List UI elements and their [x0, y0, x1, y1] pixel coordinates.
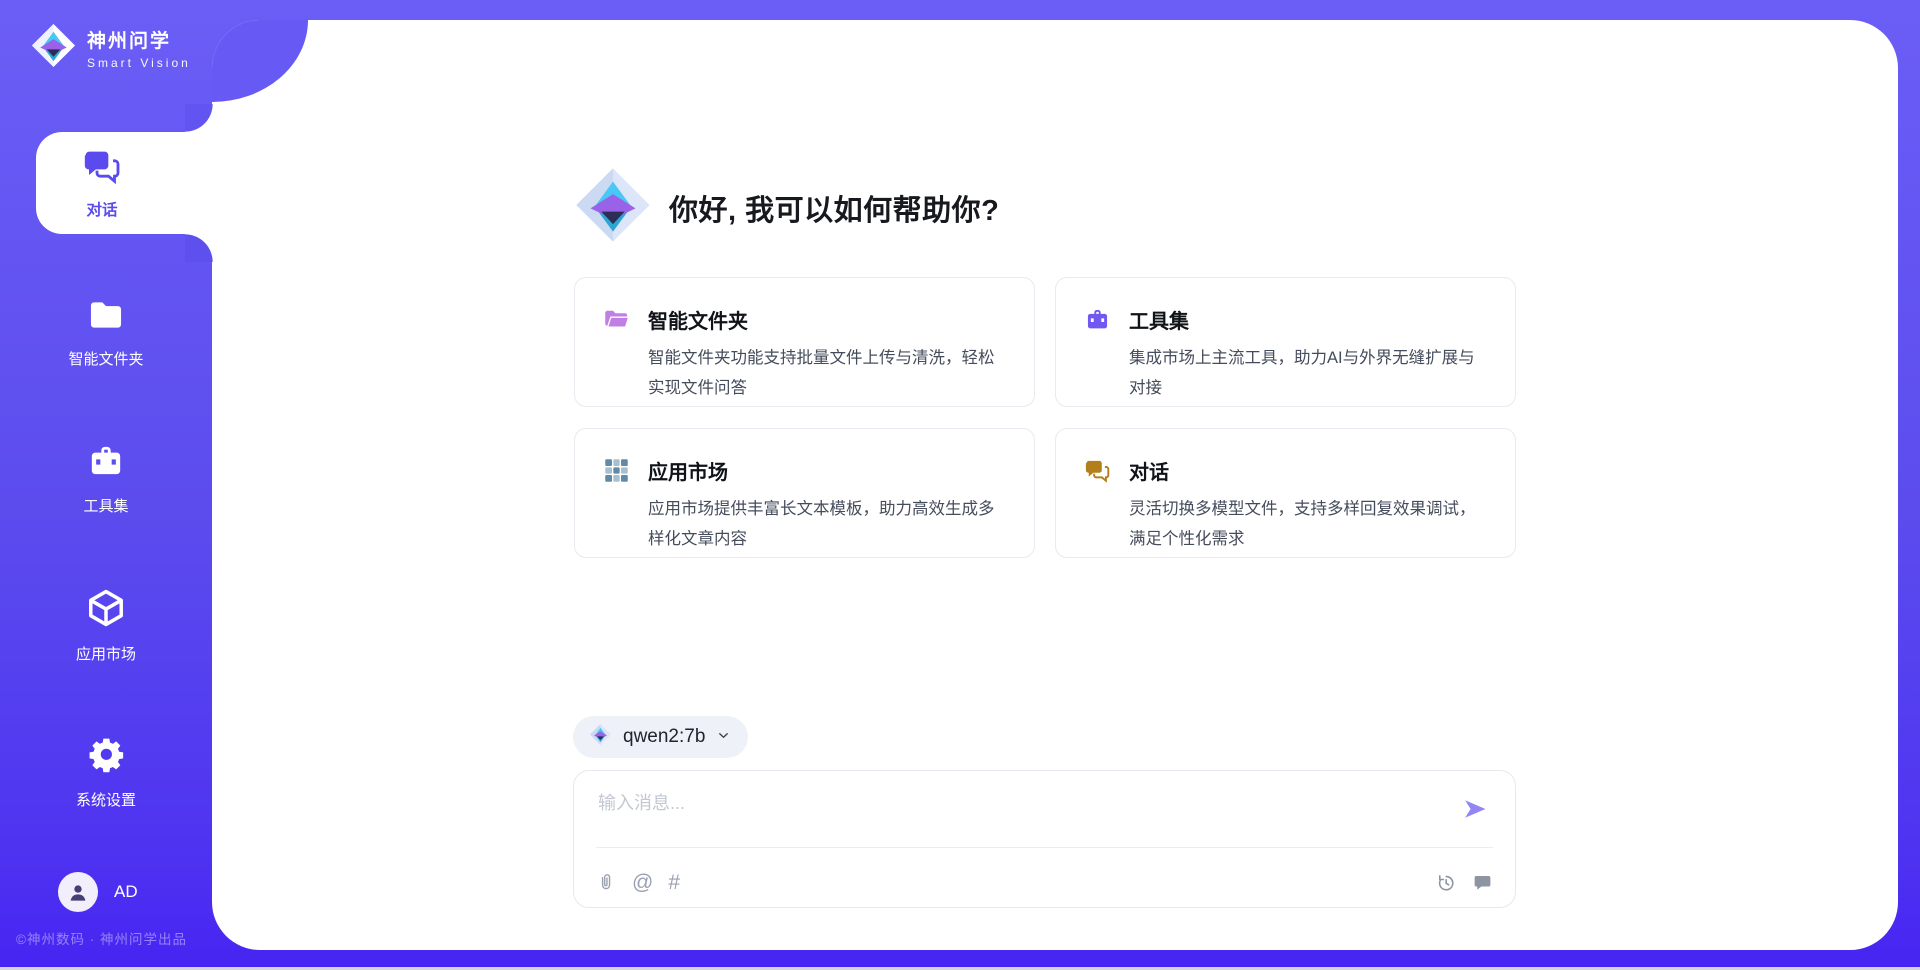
- card-title: 智能文件夹: [648, 305, 1010, 334]
- hash-icon: #: [668, 872, 680, 893]
- model-selector[interactable]: qwen2:7b: [573, 716, 748, 758]
- brand: 神州问学 Smart Vision: [30, 22, 191, 74]
- toolbox-icon: [85, 441, 127, 486]
- main-panel: 你好, 我可以如何帮助你? 智能文件夹 智能文件夹功能支持批量文件上传与清洗，轻…: [212, 20, 1898, 950]
- toolbox-icon: [1084, 306, 1111, 406]
- paperclip-icon: [596, 871, 617, 894]
- cube-icon: [85, 587, 127, 634]
- card-title: 工具集: [1129, 305, 1491, 334]
- attach-button[interactable]: [596, 871, 617, 894]
- card-description: 集成市场上主流工具，助力AI与外界无缝扩展与对接: [1129, 343, 1491, 403]
- send-icon: [1461, 795, 1489, 823]
- feature-card-folders[interactable]: 智能文件夹 智能文件夹功能支持批量文件上传与清洗，轻松实现文件问答: [574, 277, 1035, 407]
- user-profile[interactable]: AD: [58, 872, 138, 912]
- greeting: 你好, 我可以如何帮助你?: [573, 165, 999, 250]
- composer-divider: [596, 847, 1493, 848]
- feature-cards: 智能文件夹 智能文件夹功能支持批量文件上传与清洗，轻松实现文件问答 工具集 集成…: [574, 277, 1516, 558]
- feature-card-chat[interactable]: 对话 灵活切换多模型文件，支持多样回复效果调试，满足个性化需求: [1055, 428, 1516, 558]
- brand-diamond-logo-icon: [30, 22, 77, 74]
- chat-bubble-icon: [1472, 872, 1493, 893]
- folder-open-icon: [603, 306, 630, 406]
- card-description: 应用市场提供丰富长文本模板，助力高效生成多样化文章内容: [648, 494, 1010, 554]
- gear-icon: [85, 733, 127, 780]
- chat-icon: [82, 146, 122, 191]
- sidebar-item-label: 工具集: [83, 495, 128, 516]
- message-input[interactable]: [598, 789, 1438, 841]
- chat-bubbles-icon: [1084, 457, 1111, 557]
- card-description: 灵活切换多模型文件，支持多样回复效果调试，满足个性化需求: [1129, 494, 1491, 554]
- user-name: AD: [114, 882, 138, 902]
- composer: @ #: [573, 770, 1516, 908]
- sidebar-item-label: 应用市场: [76, 643, 136, 664]
- person-icon: [65, 879, 91, 905]
- at-icon: @: [632, 872, 653, 893]
- chevron-down-icon: [716, 728, 731, 748]
- feature-card-market[interactable]: 应用市场 应用市场提供丰富长文本模板，助力高效生成多样化文章内容: [574, 428, 1035, 558]
- history-button[interactable]: [1435, 872, 1457, 894]
- mention-button[interactable]: @: [632, 872, 653, 893]
- model-name: qwen2:7b: [623, 726, 705, 748]
- card-description: 智能文件夹功能支持批量文件上传与清洗，轻松实现文件问答: [648, 343, 1010, 403]
- tab-scoop-top: [185, 104, 213, 132]
- sidebar-item-label: 对话: [86, 198, 117, 220]
- sidebar-item-folders[interactable]: 智能文件夹: [0, 296, 212, 369]
- brand-subtitle: Smart Vision: [87, 56, 191, 70]
- tab-scoop-bottom: [185, 234, 213, 262]
- sidebar-item-label: 系统设置: [76, 789, 136, 810]
- feature-card-tools[interactable]: 工具集 集成市场上主流工具，助力AI与外界无缝扩展与对接: [1055, 277, 1516, 407]
- send-button[interactable]: [1461, 795, 1489, 823]
- folder-icon: [85, 296, 127, 339]
- greeting-title: 你好, 我可以如何帮助你?: [669, 187, 999, 229]
- sidebar-item-label: 智能文件夹: [68, 348, 143, 369]
- brand-name: 神州问学: [87, 26, 191, 53]
- hashtag-button[interactable]: #: [668, 872, 680, 893]
- model-diamond-logo-icon: [589, 723, 612, 751]
- greeting-diamond-logo-icon: [573, 165, 653, 250]
- card-title: 应用市场: [648, 456, 1010, 485]
- copyright: ©神州数码 · 神州问学出品: [16, 928, 187, 948]
- chat-history-button[interactable]: [1472, 872, 1493, 893]
- sidebar-item-market[interactable]: 应用市场: [0, 587, 212, 664]
- card-title: 对话: [1129, 456, 1491, 485]
- grid-icon: [603, 457, 630, 557]
- sidebar-item-chat[interactable]: 对话: [36, 132, 214, 234]
- sidebar-header-curve: [212, 20, 308, 102]
- history-icon: [1435, 872, 1457, 894]
- sidebar-item-settings[interactable]: 系统设置: [0, 733, 212, 810]
- avatar: [58, 872, 98, 912]
- sidebar-item-tools[interactable]: 工具集: [0, 441, 212, 516]
